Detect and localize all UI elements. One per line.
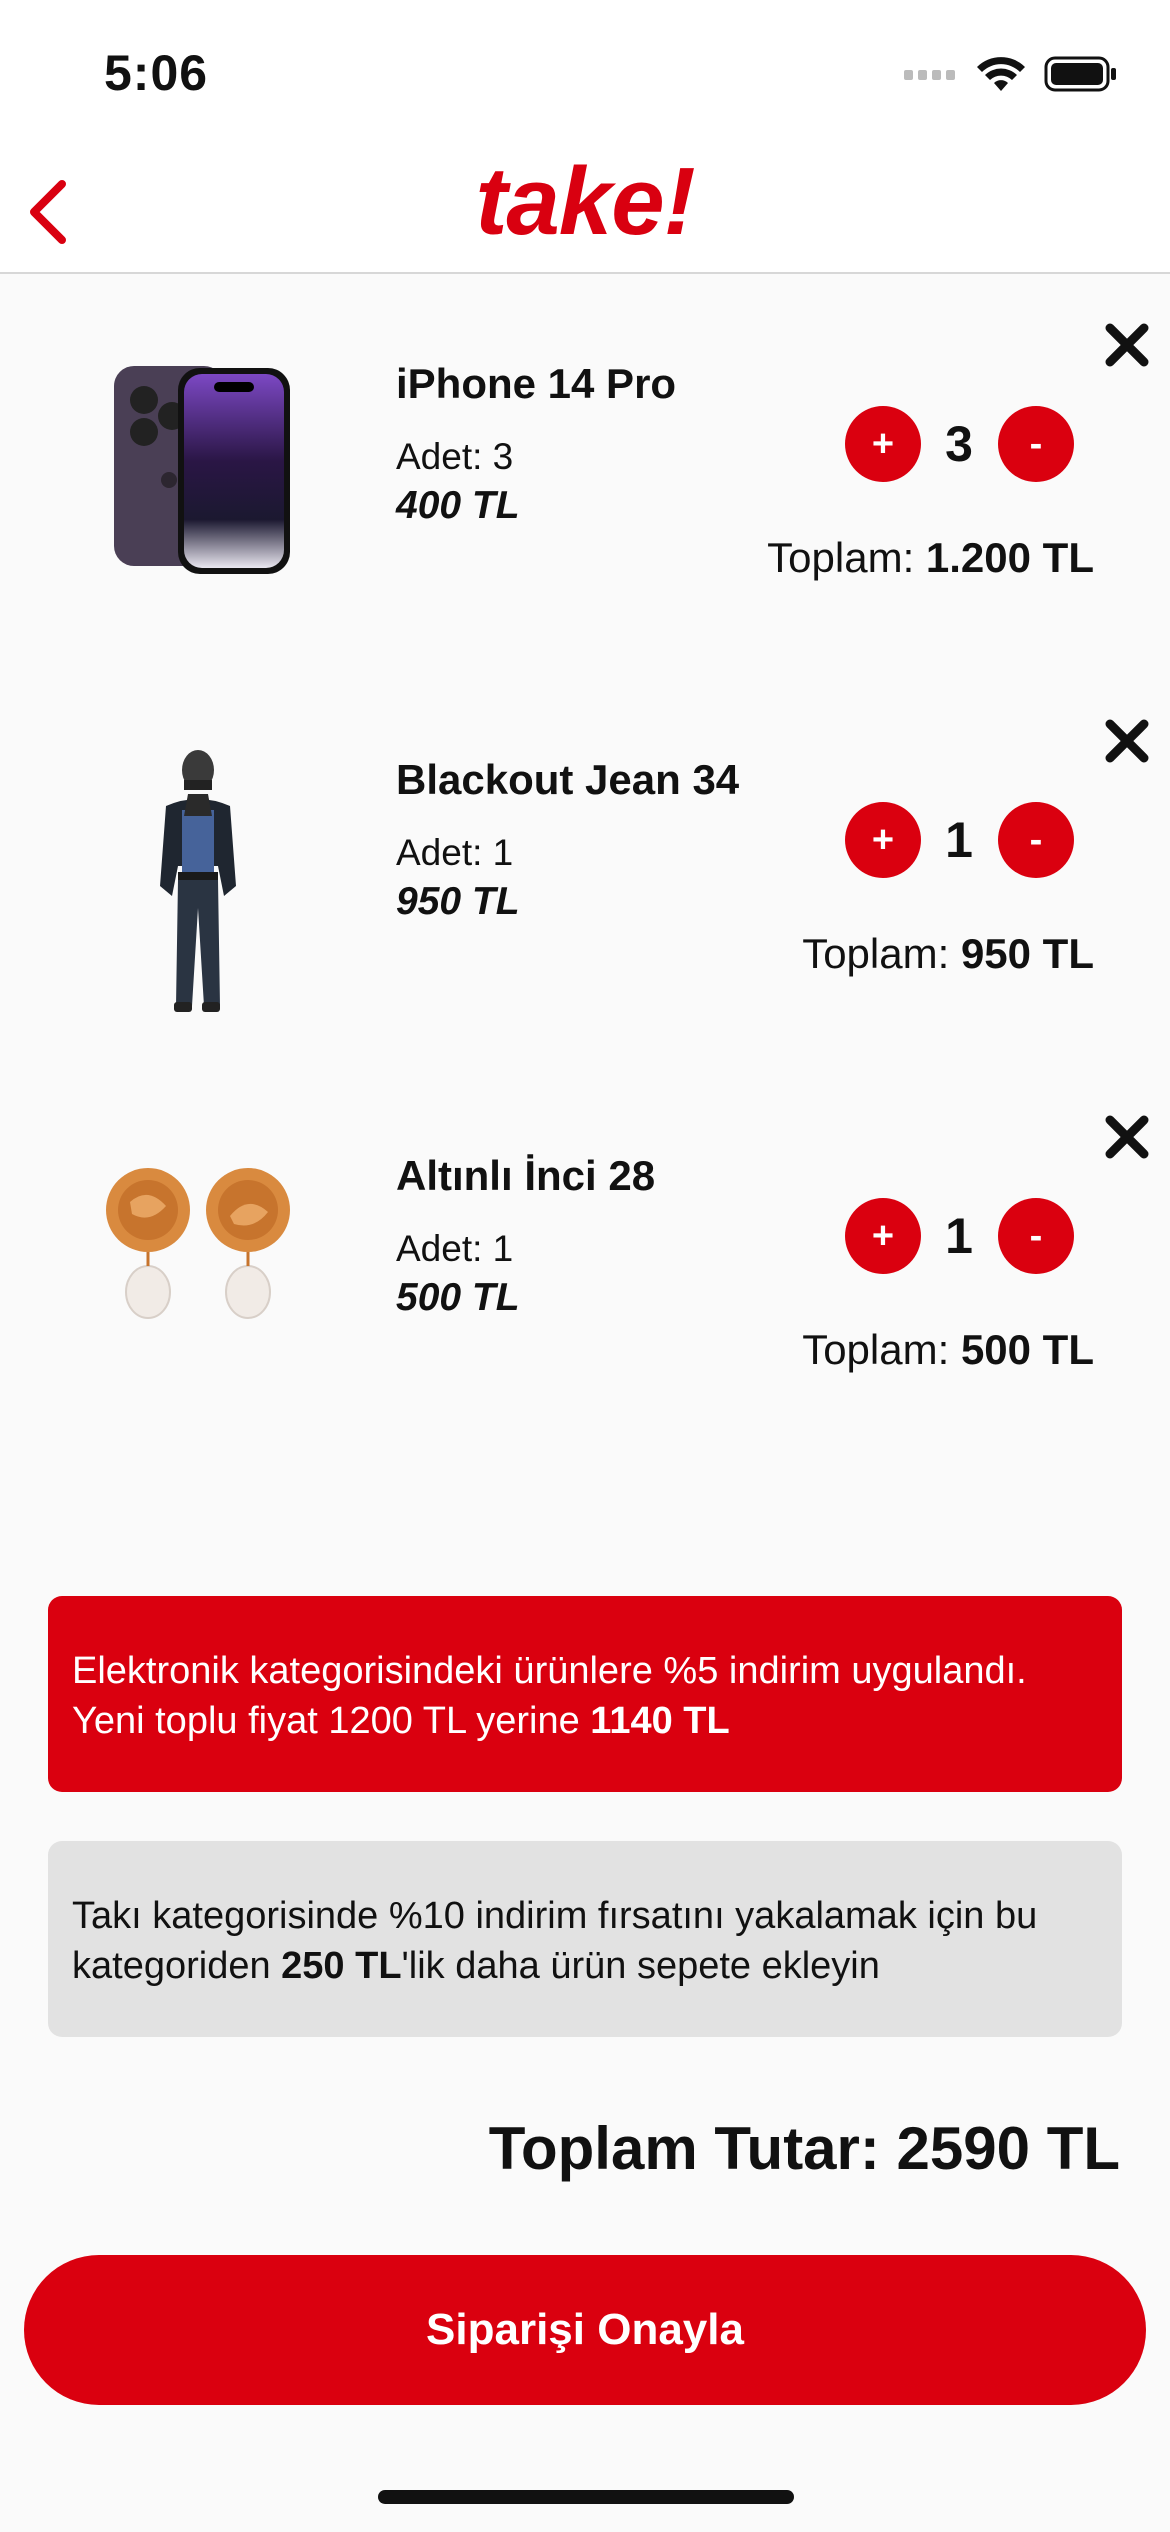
grand-total: Toplam Tutar: 2590 TL bbox=[488, 2115, 1120, 2182]
quantity-value: 1 bbox=[945, 812, 973, 868]
product-quantity-label: Adet: 1 bbox=[396, 1228, 514, 1269]
decrease-quantity-button[interactable]: - bbox=[998, 1198, 1074, 1274]
product-name: Altınlı İnci 28 bbox=[396, 1152, 656, 1199]
line-total: Toplam: 950 TL bbox=[802, 930, 1094, 978]
product-price: 500 TL bbox=[396, 1276, 520, 1319]
cart-item: Altınlı İnci 28 Adet: 1 500 TL + 1 - Top… bbox=[0, 1082, 1170, 1478]
close-icon bbox=[1105, 719, 1149, 763]
status-time: 5:06 bbox=[104, 45, 209, 101]
quantity-value: 1 bbox=[945, 1208, 973, 1264]
earrings-image bbox=[78, 1132, 318, 1372]
line-total-value: 500 TL bbox=[960, 1326, 1094, 1373]
suggestion-amount: 250 TL bbox=[281, 1945, 402, 1987]
status-icons bbox=[904, 54, 1118, 94]
cart-item: iPhone 14 Pro Adet: 3 400 TL + 3 - Topla… bbox=[0, 290, 1170, 686]
product-quantity-label: Adet: 1 bbox=[396, 832, 514, 873]
line-total-label: Toplam: bbox=[802, 930, 950, 977]
suggestion-text-after: 'lik daha ürün sepete ekleyin bbox=[401, 1945, 880, 1987]
discount-notice-value: 1140 TL bbox=[590, 1700, 730, 1742]
line-total-label: Toplam: bbox=[802, 1326, 950, 1373]
quantity-value: 3 bbox=[945, 416, 973, 472]
category-suggestion-notice: Takı kategorisinde %10 indirim fırsatını… bbox=[48, 1841, 1122, 2037]
model-image bbox=[78, 736, 318, 1012]
remove-item-button[interactable] bbox=[1100, 318, 1154, 372]
line-total: Toplam: 500 TL bbox=[802, 1326, 1094, 1374]
decrease-quantity-button[interactable]: - bbox=[998, 406, 1074, 482]
confirm-order-button[interactable]: Siparişi Onayla bbox=[24, 2255, 1146, 2405]
discount-notice-text: Elektronik kategorisindeki ürünlere %5 i… bbox=[72, 1650, 1027, 1742]
home-indicator bbox=[378, 2490, 794, 2504]
remove-item-button[interactable] bbox=[1100, 714, 1154, 768]
product-price: 400 TL bbox=[396, 484, 520, 527]
brand-logo: take! bbox=[475, 148, 695, 255]
status-bar: 5:06 bbox=[0, 0, 1170, 140]
close-icon bbox=[1105, 323, 1149, 367]
increase-quantity-button[interactable]: + bbox=[845, 1198, 921, 1274]
product-name: Blackout Jean 34 bbox=[396, 756, 740, 803]
close-icon bbox=[1105, 1115, 1149, 1159]
product-quantity-label: Adet: 3 bbox=[396, 436, 514, 477]
increase-quantity-button[interactable]: + bbox=[845, 406, 921, 482]
wifi-icon bbox=[977, 57, 1025, 91]
iphone-image bbox=[78, 340, 318, 580]
decrease-quantity-button[interactable]: - bbox=[998, 802, 1074, 878]
line-total-value: 950 TL bbox=[960, 930, 1094, 977]
line-total-label: Toplam: bbox=[767, 534, 915, 581]
signal-icon bbox=[904, 70, 955, 80]
line-total: Toplam: 1.200 TL bbox=[767, 534, 1094, 582]
cart-item: Blackout Jean 34 Adet: 1 950 TL + 1 - To… bbox=[0, 686, 1170, 1082]
nav-bar: take! bbox=[0, 140, 1170, 274]
line-total-value: 1.200 TL bbox=[925, 534, 1094, 581]
increase-quantity-button[interactable]: + bbox=[845, 802, 921, 878]
battery-icon bbox=[1044, 56, 1116, 92]
product-name: iPhone 14 Pro bbox=[396, 360, 677, 407]
product-price: 950 TL bbox=[396, 880, 520, 923]
discount-notice: Elektronik kategorisindeki ürünlere %5 i… bbox=[48, 1596, 1122, 1792]
remove-item-button[interactable] bbox=[1100, 1110, 1154, 1164]
